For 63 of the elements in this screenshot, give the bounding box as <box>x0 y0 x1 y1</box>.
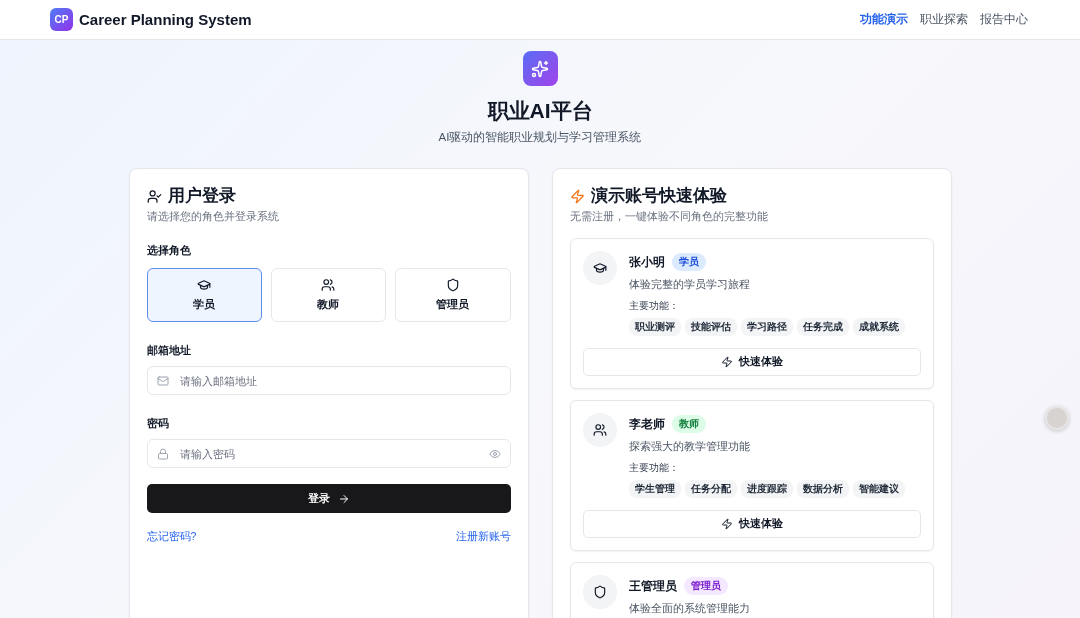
account-name: 王管理员 <box>628 577 677 595</box>
mail-icon <box>156 374 169 387</box>
role-badge: 学员 <box>671 253 706 271</box>
nav-link[interactable]: 职业探索 <box>920 11 968 28</box>
field-label: 邮箱地址 <box>146 344 192 358</box>
graduation-cap-icon <box>592 261 607 275</box>
email-input[interactable]: 请输入邮箱地址 <box>177 367 501 394</box>
nav-link[interactable]: 功能演示 <box>860 11 908 28</box>
eye-icon[interactable] <box>488 447 501 460</box>
feature-tag: 技能评估 <box>684 318 737 336</box>
forgot-password-link[interactable]: 忘记密码? <box>146 530 197 544</box>
role-badge: 管理员 <box>683 577 728 595</box>
field-label: 密码 <box>146 417 170 431</box>
lightning-icon <box>720 518 733 530</box>
account-description: 体验全面的系统管理能力 <box>628 602 751 616</box>
feature-tag: 成就系统 <box>852 318 905 336</box>
feature-tag: 任务完成 <box>796 318 849 336</box>
avatar-circle[interactable] <box>1045 406 1069 430</box>
password-input[interactable]: 请输入密码 <box>177 440 480 467</box>
feature-tag: 进度跟踪 <box>740 480 793 498</box>
role-option[interactable]: 管理员 <box>395 268 511 322</box>
quick-try-button[interactable]: 快速体验 <box>582 510 921 538</box>
account-description: 体验完整的学员学习旅程 <box>628 278 751 292</box>
features-label: 主要功能： <box>628 299 680 313</box>
field-label: 选择角色 <box>146 244 192 258</box>
page-subtitle: AI驱动的智能职业规划与学习管理系统 <box>438 130 642 145</box>
card-subtitle: 请选择您的角色并登录系统 <box>146 210 280 224</box>
feature-tag: 数据分析 <box>796 480 849 498</box>
register-link[interactable]: 注册新账号 <box>455 530 511 544</box>
card-title: 用户登录 <box>167 185 236 207</box>
app-title: Career Planning System <box>79 11 252 28</box>
card-subtitle: 无需注册，一键体验不同角色的完整功能 <box>569 210 769 224</box>
lightning-icon <box>569 188 585 204</box>
email-field[interactable]: 请输入邮箱地址 <box>146 366 511 395</box>
nav-link[interactable]: 报告中心 <box>980 11 1028 28</box>
card-title: 演示账号快速体验 <box>590 185 727 207</box>
feature-tag: 学生管理 <box>628 480 681 498</box>
feature-tag: 任务分配 <box>684 480 737 498</box>
role-badge: 教师 <box>671 415 706 433</box>
role-option[interactable]: 教师 <box>270 268 387 322</box>
role-option[interactable]: 学员 <box>146 268 262 322</box>
users-icon <box>321 278 336 292</box>
lock-icon <box>156 447 169 460</box>
password-field[interactable]: 请输入密码 <box>146 439 511 468</box>
account-name: 李老师 <box>628 415 665 433</box>
account-description: 探索强大的教学管理功能 <box>628 440 751 454</box>
page-title: 职业AI平台 <box>487 98 593 124</box>
login-button[interactable]: 登录 <box>146 484 511 513</box>
quick-try-button[interactable]: 快速体验 <box>582 348 921 376</box>
lightning-icon <box>720 356 733 368</box>
users-icon <box>592 423 607 437</box>
user-check-icon <box>146 188 162 204</box>
feature-tag: 智能建议 <box>852 480 905 498</box>
shield-icon <box>592 585 607 599</box>
feature-tag: 职业测评 <box>628 318 681 336</box>
feature-tag: 学习路径 <box>740 318 793 336</box>
features-label: 主要功能： <box>628 461 680 475</box>
shield-icon <box>445 278 460 292</box>
arrow-right-icon <box>337 492 350 505</box>
logo: CP <box>50 8 73 31</box>
graduation-cap-icon <box>197 278 212 292</box>
sparkles-icon <box>522 51 558 86</box>
account-name: 张小明 <box>628 253 665 271</box>
